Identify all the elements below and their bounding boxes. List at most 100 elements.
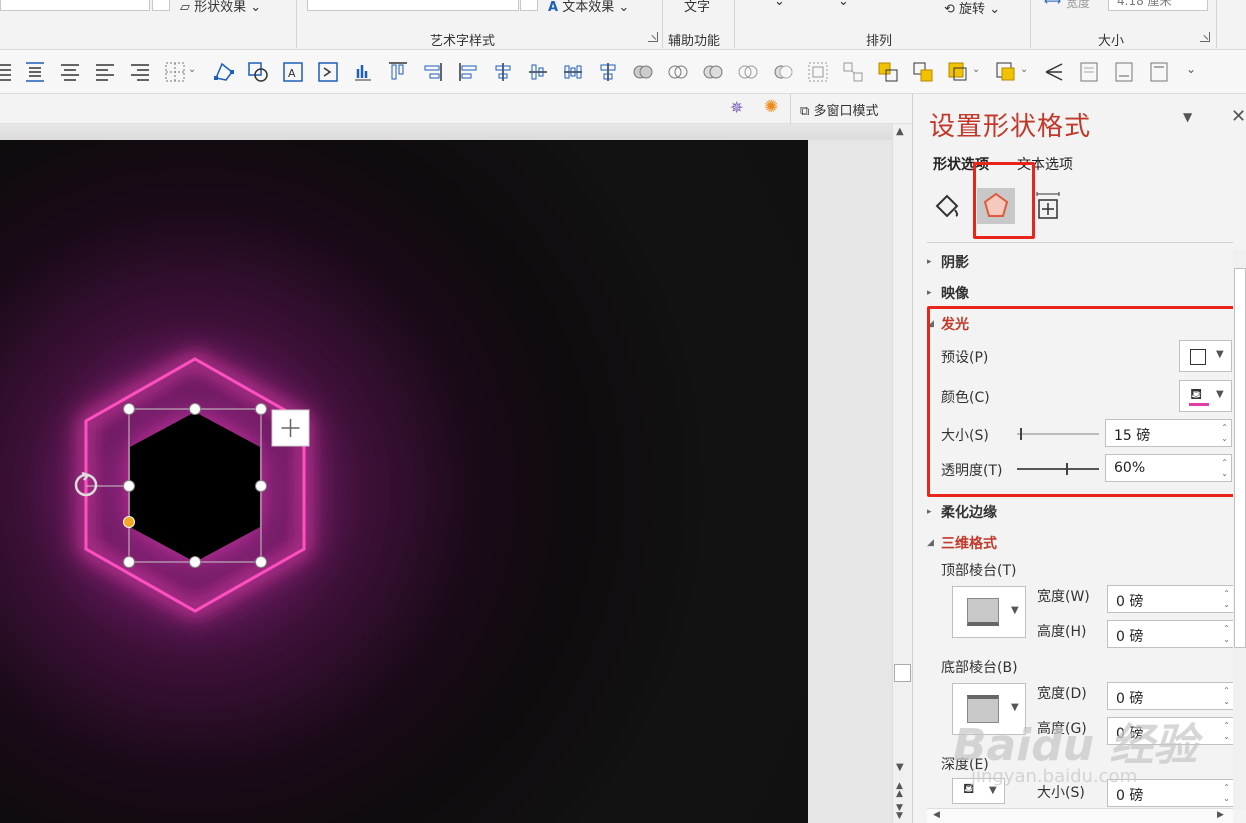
- wordart-field[interactable]: [307, 0, 519, 11]
- alt-text-button[interactable]: 文字: [684, 0, 710, 15]
- bring-forward-icon[interactable]: [421, 60, 445, 84]
- footer-icon[interactable]: [1112, 60, 1136, 84]
- align-bottom-icon[interactable]: [596, 60, 620, 84]
- window-icon: ⧉: [800, 104, 810, 119]
- magic-icon[interactable]: ✵: [730, 98, 743, 117]
- top-bevel-height-input[interactable]: 0 磅 ⌃ ⌄: [1107, 620, 1234, 648]
- align-center-text-icon[interactable]: [58, 60, 82, 84]
- align-center-icon[interactable]: [491, 60, 515, 84]
- scroll-thumb[interactable]: [894, 664, 911, 682]
- bring-to-front-icon[interactable]: [876, 60, 900, 84]
- wordart-dropdown[interactable]: [520, 0, 538, 11]
- scroll-left-icon[interactable]: ◀: [933, 810, 940, 820]
- canvas-vertical-scrollbar[interactable]: ▲ ▼ ▲ ▲ ▼ ▼: [892, 124, 912, 823]
- close-icon[interactable]: ✕: [1231, 106, 1246, 127]
- bring-forward-menu-icon[interactable]: [946, 60, 970, 84]
- toolbar-overflow-icon[interactable]: ⌄: [1186, 62, 1200, 86]
- bottom-bevel-width-input[interactable]: 0 磅 ⌃ ⌄: [1107, 682, 1234, 710]
- spinner-arrows-icon[interactable]: ⌃ ⌄: [1223, 720, 1230, 742]
- size-launcher-icon[interactable]: [1200, 32, 1210, 42]
- scroll-up-icon[interactable]: ▲: [896, 126, 904, 137]
- resize-handle-n: [189, 403, 201, 415]
- send-backward-dropdown-icon[interactable]: ⌄: [1020, 64, 1030, 88]
- wordart-launcher-icon[interactable]: [648, 32, 658, 42]
- pane-horizontal-scrollbar[interactable]: ◀ ▶: [927, 808, 1233, 823]
- svg-text:A: A: [288, 67, 296, 80]
- align-left-text-icon[interactable]: [93, 60, 117, 84]
- size-properties-icon[interactable]: [1033, 190, 1063, 222]
- scroll-right-icon[interactable]: ▶: [1217, 810, 1224, 820]
- resize-handle-w: [123, 480, 135, 492]
- format-shape-pane: 设置形状格式 ▼ ✕ 形状选项 文本选项 ▸ 阴影 ▸ 映像 ◢ 发光 预设(P…: [912, 94, 1246, 823]
- resize-handle-sw: [123, 556, 135, 568]
- chevron-down-icon: ▼: [1011, 605, 1019, 616]
- spinner-arrows-icon[interactable]: ⌃ ⌄: [1223, 685, 1230, 707]
- shape-style-field[interactable]: [0, 0, 150, 11]
- spinner-arrows-icon[interactable]: ⌃ ⌄: [1223, 782, 1230, 804]
- group-label-arrange: 排列: [866, 34, 893, 49]
- fill-line-icon[interactable]: [931, 190, 963, 222]
- arrange-dropdown-1[interactable]: ⌄: [774, 0, 785, 9]
- rotate-button[interactable]: ⟲ 旋转 ⌄: [944, 0, 1000, 17]
- edit-points-icon[interactable]: [212, 60, 236, 84]
- merge-subtract-icon[interactable]: [771, 60, 795, 84]
- width-input[interactable]: 4.18 厘米: [1108, 0, 1208, 11]
- bring-forward-dropdown-icon[interactable]: ⌄: [972, 64, 982, 88]
- table-grid-icon[interactable]: [163, 60, 187, 84]
- ungroup-icon[interactable]: [841, 60, 865, 84]
- slide-canvas-area[interactable]: [0, 124, 892, 823]
- text-effects-icon: A: [548, 0, 559, 15]
- canvas-top-shadow: [0, 124, 892, 140]
- text-effects-button[interactable]: A 文本效果 ⌄: [548, 0, 629, 15]
- next-slide-icon[interactable]: ▼ ▼: [896, 804, 903, 821]
- spinner-arrows-icon[interactable]: ⌃ ⌄: [1223, 623, 1230, 645]
- merge-combine-icon[interactable]: [666, 60, 690, 84]
- header-icon[interactable]: [1147, 60, 1171, 84]
- section-soft-edges[interactable]: 柔化边缘: [941, 502, 997, 522]
- layout-options-button[interactable]: [271, 409, 310, 447]
- merge-intersect-icon[interactable]: [736, 60, 760, 84]
- ribbon: ▱ 形状效果 ⌄ A 文本效果 ⌄ 艺术字样式 文字 辅助功能 ⌄ ⌄ ⟲ 旋转…: [0, 0, 1246, 50]
- shape-style-dropdown[interactable]: [152, 0, 170, 11]
- merge-union-icon[interactable]: [631, 60, 655, 84]
- merge-fragment-icon[interactable]: [701, 60, 725, 84]
- distribute-vertical-icon[interactable]: [23, 60, 47, 84]
- send-to-back-icon[interactable]: [911, 60, 935, 84]
- text-direction-icon[interactable]: [316, 60, 340, 84]
- adjust-handle: [123, 516, 135, 528]
- chart-icon[interactable]: [351, 60, 375, 84]
- top-bevel-dropdown[interactable]: ▼: [952, 586, 1026, 638]
- multi-window-button[interactable]: ⧉ 多窗口模式: [800, 100, 878, 119]
- insert-shape-icon[interactable]: [246, 60, 270, 84]
- pane-vertical-scrollbar[interactable]: [1233, 250, 1246, 810]
- section-3d-format[interactable]: 三维格式: [941, 533, 997, 553]
- align-right-text-icon[interactable]: [128, 60, 152, 84]
- align-left-icon[interactable]: [456, 60, 480, 84]
- pane-scroll-thumb[interactable]: [1234, 268, 1246, 648]
- text-box-icon[interactable]: A: [281, 60, 305, 84]
- arrange-dropdown-2[interactable]: ⌄: [838, 0, 849, 9]
- pane-options-dropdown-icon[interactable]: ▼: [1183, 110, 1192, 124]
- group-separator: [662, 0, 663, 48]
- section-reflection[interactable]: 映像: [941, 283, 969, 303]
- collapse-arrow-icon: ◢: [927, 538, 934, 548]
- align-middle-icon[interactable]: [526, 60, 550, 84]
- section-shadow[interactable]: 阴影: [941, 252, 969, 272]
- prev-slide-icon[interactable]: ▲ ▲: [896, 782, 903, 799]
- distribute-horizontal-icon[interactable]: [561, 60, 585, 84]
- top-bevel-width-input[interactable]: 0 磅 ⌃ ⌄: [1107, 585, 1234, 613]
- align-top-icon[interactable]: [386, 60, 410, 84]
- group-icon[interactable]: [806, 60, 830, 84]
- slide[interactable]: [0, 140, 808, 823]
- settings-gear-icon[interactable]: ✺: [764, 97, 778, 117]
- spinner-arrows-icon[interactable]: ⌃ ⌄: [1223, 588, 1230, 610]
- black-hexagon-shape[interactable]: [130, 412, 260, 562]
- header-footer-icon[interactable]: [1077, 60, 1101, 84]
- expand-arrow-icon: ▸: [927, 257, 932, 267]
- shape-effects-button[interactable]: ▱ 形状效果 ⌄: [180, 0, 261, 15]
- send-backward-menu-icon[interactable]: [994, 60, 1018, 84]
- scroll-down-icon[interactable]: ▼: [896, 762, 904, 773]
- align-justify-icon[interactable]: [0, 60, 14, 84]
- selection-pane-icon[interactable]: [1042, 60, 1066, 84]
- grid-dropdown-icon[interactable]: ⌄: [188, 64, 198, 88]
